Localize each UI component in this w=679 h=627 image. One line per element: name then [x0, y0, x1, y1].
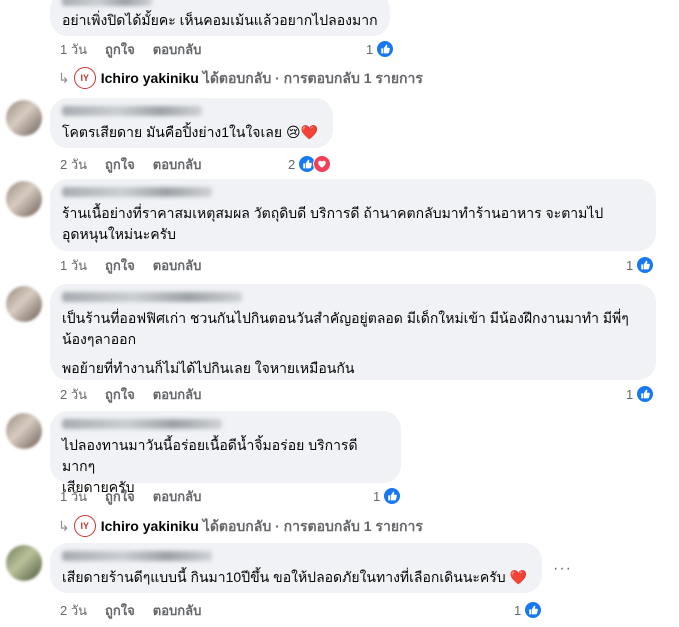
like-icon — [636, 385, 655, 403]
reply-action[interactable]: ตอบกลับ — [153, 387, 202, 403]
like-action[interactable]: ถูกใจ — [105, 387, 135, 403]
like-icon — [383, 487, 402, 505]
reply-page-name[interactable]: Ichiro yakiniku — [101, 69, 199, 87]
comment-bubble: อย่าเพิ่งปิดได้มั้ยคะ เห็นคอมเม้นแล้วอยา… — [50, 0, 390, 36]
comment-actions: 2 วัน ถูกใจ ตอบกลับ — [60, 387, 201, 403]
comment-text: อย่าเพิ่งปิดได้มั้ยคะ เห็นคอมเม้นแล้วอยา… — [62, 12, 378, 28]
commenter-name-blurred — [62, 187, 212, 197]
comment-actions: 1 วัน ถูกใจ ตอบกลับ — [60, 42, 201, 58]
reply-arrow-icon: ↳ — [58, 518, 70, 534]
reply-action[interactable]: ตอบกลับ — [153, 258, 202, 274]
reaction-summary[interactable]: 1 — [510, 600, 544, 620]
comment-time[interactable]: 1 วัน — [60, 489, 87, 505]
commenter-name-blurred — [62, 292, 242, 302]
comment-time[interactable]: 2 วัน — [60, 157, 87, 173]
comment-text-paragraph-2: พอย้ายที่ทำงานก็ไม่ได้ไปกินเลย ใจหายเหมื… — [62, 360, 355, 376]
comment-emoji: ❤️ — [509, 570, 528, 586]
comment-actions: 1 วัน ถูกใจ ตอบกลับ — [60, 258, 201, 274]
reply-arrow-icon: ↳ — [58, 70, 70, 86]
reaction-summary[interactable]: 1 — [362, 39, 396, 59]
more-options-icon[interactable]: ··· — [553, 560, 572, 578]
commenter-name-blurred — [62, 106, 202, 116]
comment-bubble: ร้านเนื้อย่างที่ราคาสมเหตุสมผล วัตถุดิบด… — [50, 179, 656, 251]
comment-actions: 2 วัน ถูกใจ ตอบกลับ — [60, 603, 201, 619]
page-avatar-icon: IY — [73, 67, 96, 89]
reply-action[interactable]: ตอบกลับ — [153, 603, 202, 619]
comment-emoji: 😢❤️ — [285, 125, 318, 141]
comment-bubble: เสียดายร้านดีๆแบบนี้ กินมา10ปีขึ้น ขอให้… — [50, 543, 542, 593]
reply-summary[interactable]: ↳ IY Ichiro yakiniku ได้ตอบกลับ · การตอบ… — [58, 515, 423, 537]
commenter-name-blurred — [62, 551, 212, 561]
reaction-count: 1 — [366, 41, 374, 57]
comment-bubble: ไปลองทานมาวันนี้อร่อยเนื้อดีน้ำจิ้มอร่อย… — [50, 411, 401, 495]
comment-text: ร้านเนื้อย่างที่ราคาสมเหตุสมผล วัตถุดิบด… — [62, 205, 604, 242]
like-action[interactable]: ถูกใจ — [105, 258, 135, 274]
reply-count-text[interactable]: ได้ตอบกลับ · การตอบกลับ 1 รายการ — [203, 517, 423, 535]
reaction-summary[interactable]: 1 — [369, 486, 403, 506]
avatar[interactable] — [6, 181, 42, 217]
comment-actions: 2 วัน ถูกใจ ตอบกลับ — [60, 157, 201, 173]
like-action[interactable]: ถูกใจ — [105, 42, 135, 58]
commenter-name-blurred — [62, 419, 222, 429]
comment-time[interactable]: 2 วัน — [60, 387, 87, 403]
reaction-summary[interactable]: 2 — [284, 154, 333, 174]
comment-text: โคตรเสียดาย มันคือปิ้งย่าง1ในใจเลย 😢❤️ — [62, 124, 318, 141]
comment-bubble: โคตรเสียดาย มันคือปิ้งย่าง1ในใจเลย 😢❤️ — [50, 98, 333, 148]
comment-actions: 1 วัน ถูกใจ ตอบกลับ — [60, 489, 201, 505]
comment-text: เป็นร้านที่ออฟฟิศเก่า ชวนกันไปกินตอนวันส… — [62, 310, 629, 347]
reply-action[interactable]: ตอบกลับ — [153, 157, 202, 173]
reaction-count: 1 — [514, 602, 522, 618]
reply-action[interactable]: ตอบกลับ — [153, 489, 202, 505]
comment-bubble: เป็นร้านที่ออฟฟิศเก่า ชวนกันไปกินตอนวันส… — [50, 284, 656, 380]
comment-time[interactable]: 1 วัน — [60, 42, 87, 58]
love-icon — [313, 155, 332, 173]
comment-time[interactable]: 1 วัน — [60, 258, 87, 274]
like-action[interactable]: ถูกใจ — [105, 157, 135, 173]
avatar[interactable] — [6, 545, 42, 581]
comment-text: เสียดายร้านดีๆแบบนี้ กินมา10ปีขึ้น ขอให้… — [62, 569, 528, 586]
avatar[interactable] — [6, 100, 42, 136]
reply-page-name[interactable]: Ichiro yakiniku — [101, 517, 199, 535]
comment-time[interactable]: 2 วัน — [60, 603, 87, 619]
reaction-count: 1 — [626, 386, 634, 402]
reply-action[interactable]: ตอบกลับ — [153, 42, 202, 58]
commenter-name-blurred — [62, 0, 152, 6]
reaction-count: 1 — [373, 488, 381, 504]
reaction-count: 2 — [288, 156, 296, 172]
reply-summary[interactable]: ↳ IY Ichiro yakiniku ได้ตอบกลับ · การตอบ… — [58, 67, 423, 89]
reaction-summary[interactable]: 1 — [622, 384, 656, 404]
like-icon — [376, 40, 395, 58]
like-icon — [636, 256, 655, 274]
like-action[interactable]: ถูกใจ — [105, 489, 135, 505]
page-avatar-icon: IY — [73, 515, 96, 537]
avatar[interactable] — [6, 286, 42, 322]
reaction-count: 1 — [626, 257, 634, 273]
reaction-summary[interactable]: 1 — [622, 255, 656, 275]
reply-count-text[interactable]: ได้ตอบกลับ · การตอบกลับ 1 รายการ — [203, 69, 423, 87]
like-action[interactable]: ถูกใจ — [105, 603, 135, 619]
avatar[interactable] — [6, 413, 42, 449]
like-icon — [524, 601, 543, 619]
